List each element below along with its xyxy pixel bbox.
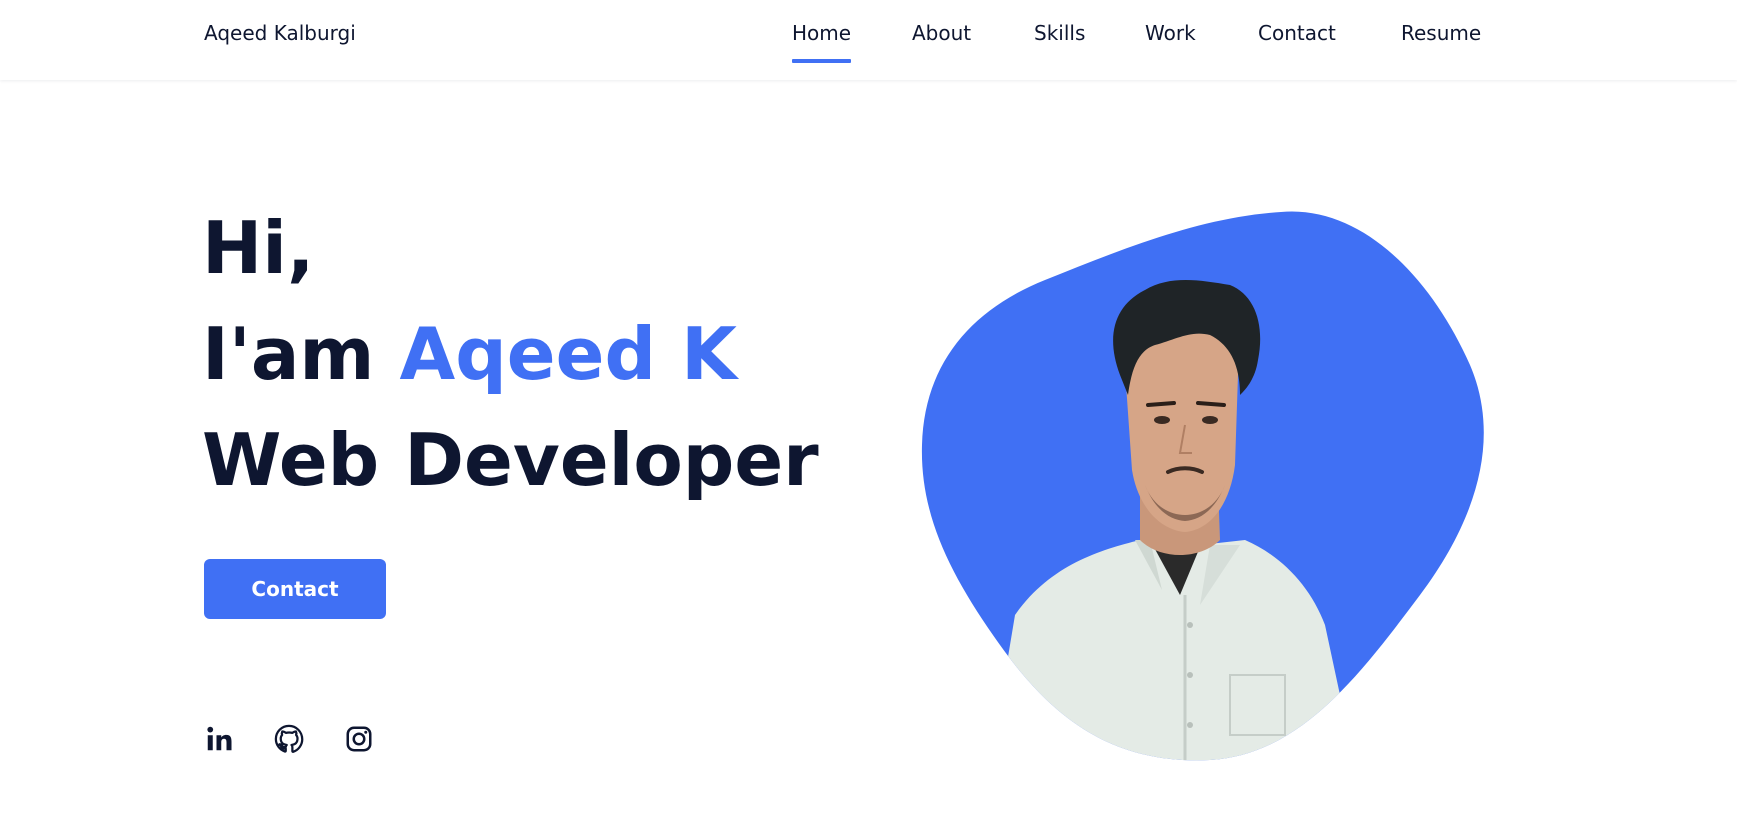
contact-button[interactable]: Contact — [204, 559, 386, 619]
hero-image — [900, 195, 1500, 775]
hero-role: Web Developer — [202, 418, 819, 502]
hero-greeting: Hi, — [202, 206, 315, 290]
hero-intro-prefix: I'am — [202, 312, 375, 396]
github-icon[interactable] — [274, 724, 304, 754]
nav-item-work[interactable]: Work — [1145, 21, 1196, 45]
site-header: Aqeed Kalburgi Home About Skills Work Co… — [0, 0, 1737, 80]
hero-intro: I'am Aqeed K — [202, 318, 737, 390]
nav-item-home[interactable]: Home — [792, 21, 852, 63]
nav-item-skills[interactable]: Skills — [1034, 21, 1085, 45]
instagram-icon[interactable] — [344, 724, 374, 754]
linkedin-icon[interactable] — [204, 724, 234, 754]
main-nav: Home About Skills Work Contact Resume — [0, 21, 1737, 66]
hero-name: Aqeed K — [399, 312, 737, 396]
nav-item-contact[interactable]: Contact — [1258, 21, 1336, 45]
nav-item-resume[interactable]: Resume — [1401, 21, 1481, 45]
nav-item-about[interactable]: About — [912, 21, 971, 45]
